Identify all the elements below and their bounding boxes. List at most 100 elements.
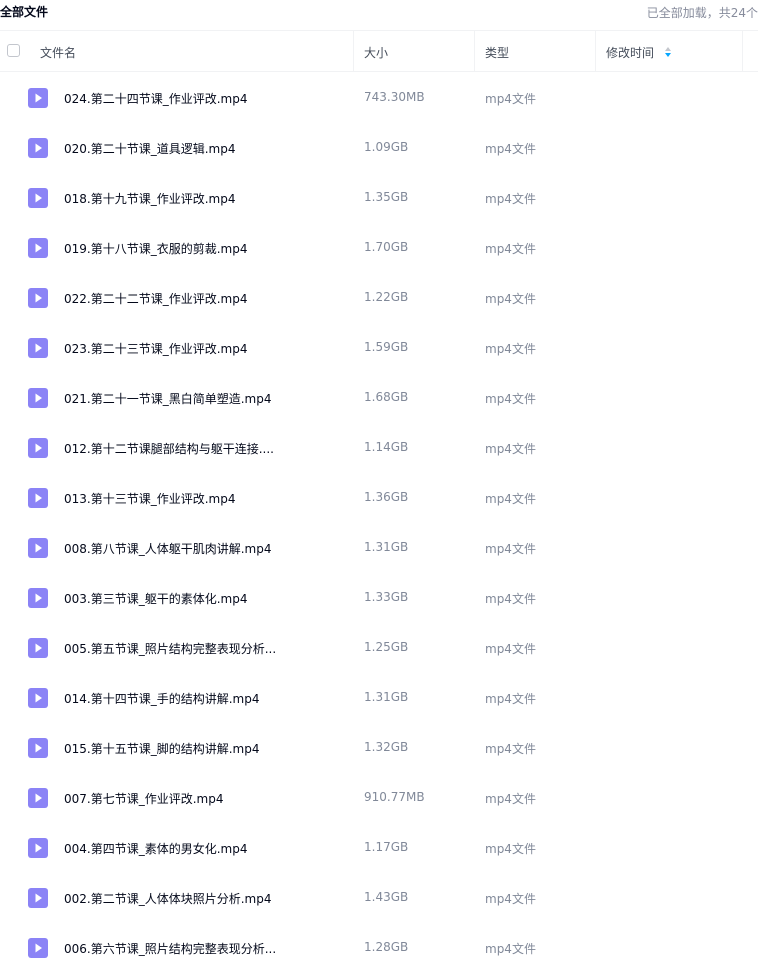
file-size: 1.33GB [364, 590, 409, 604]
file-row[interactable]: 021.第二十一节课_黑白简单塑造.mp4 1.68GB mp4文件 [0, 372, 758, 422]
file-type: mp4文件 [485, 492, 536, 506]
file-size: 1.36GB [364, 490, 409, 504]
file-row[interactable]: 005.第五节课_照片结构完整表现分析... 1.25GB mp4文件 [0, 622, 758, 672]
file-row[interactable]: 022.第二十二节课_作业评改.mp4 1.22GB mp4文件 [0, 272, 758, 322]
file-row[interactable]: 008.第八节课_人体躯干肌肉讲解.mp4 1.31GB mp4文件 [0, 522, 758, 572]
file-type: mp4文件 [485, 692, 536, 706]
file-type: mp4文件 [485, 342, 536, 356]
file-type: mp4文件 [485, 642, 536, 656]
file-size: 1.31GB [364, 540, 409, 554]
video-file-icon [28, 538, 48, 558]
file-type: mp4文件 [485, 242, 536, 256]
load-status: 已全部加载，共24个 [646, 6, 758, 20]
video-file-icon [28, 738, 48, 758]
file-row[interactable]: 023.第二十三节课_作业评改.mp4 1.59GB mp4文件 [0, 322, 758, 372]
file-size: 1.14GB [364, 440, 409, 454]
file-name[interactable]: 007.第七节课_作业评改.mp4 [64, 790, 223, 807]
video-file-icon [28, 138, 48, 158]
column-divider [595, 31, 596, 71]
file-type: mp4文件 [485, 142, 536, 156]
column-divider [353, 31, 354, 71]
file-name[interactable]: 015.第十五节课_脚的结构讲解.mp4 [64, 740, 259, 757]
file-type: mp4文件 [485, 792, 536, 806]
video-file-icon [28, 688, 48, 708]
file-type: mp4文件 [485, 542, 536, 556]
file-name[interactable]: 012.第十二节课腿部结构与躯干连接.... [64, 440, 274, 457]
file-size: 1.70GB [364, 240, 409, 254]
file-row[interactable]: 002.第二节课_人体体块照片分析.mp4 1.43GB mp4文件 [0, 872, 758, 922]
file-type: mp4文件 [485, 442, 536, 456]
file-name[interactable]: 008.第八节课_人体躯干肌肉讲解.mp4 [64, 540, 271, 557]
video-file-icon [28, 438, 48, 458]
sort-icon[interactable] [664, 46, 672, 58]
file-row[interactable]: 006.第六节课_照片结构完整表现分析... 1.28GB mp4文件 [0, 922, 758, 972]
file-size: 1.17GB [364, 840, 409, 854]
file-name[interactable]: 023.第二十三节课_作业评改.mp4 [64, 340, 247, 357]
video-file-icon [28, 238, 48, 258]
file-name[interactable]: 018.第十九节课_作业评改.mp4 [64, 190, 235, 207]
file-name[interactable]: 024.第二十四节课_作业评改.mp4 [64, 90, 247, 107]
video-file-icon [28, 638, 48, 658]
file-size: 743.30MB [364, 90, 425, 104]
file-row[interactable]: 007.第七节课_作业评改.mp4 910.77MB mp4文件 [0, 772, 758, 822]
column-header-name[interactable]: 文件名 [40, 44, 76, 61]
column-header-size[interactable]: 大小 [364, 44, 388, 61]
file-name[interactable]: 003.第三节课_躯干的素体化.mp4 [64, 590, 247, 607]
top-bar: 全部文件 已全部加载，共24个 [0, 0, 758, 22]
file-size: 1.35GB [364, 190, 409, 204]
file-name[interactable]: 004.第四节课_素体的男女化.mp4 [64, 840, 247, 857]
column-header-modified[interactable]: 修改时间 [606, 44, 654, 61]
page-title: 全部文件 [0, 5, 49, 19]
file-type: mp4文件 [485, 92, 536, 106]
video-file-icon [28, 888, 48, 908]
video-file-icon [28, 838, 48, 858]
file-row[interactable]: 014.第十四节课_手的结构讲解.mp4 1.31GB mp4文件 [0, 672, 758, 722]
file-row[interactable]: 004.第四节课_素体的男女化.mp4 1.17GB mp4文件 [0, 822, 758, 872]
file-name[interactable]: 005.第五节课_照片结构完整表现分析... [64, 640, 276, 657]
video-file-icon [28, 488, 48, 508]
file-size: 1.31GB [364, 690, 409, 704]
column-divider [474, 31, 475, 71]
select-all-checkbox[interactable] [7, 44, 20, 57]
file-row[interactable]: 018.第十九节课_作业评改.mp4 1.35GB mp4文件 [0, 172, 758, 222]
file-size: 1.32GB [364, 740, 409, 754]
file-list: 024.第二十四节课_作业评改.mp4 743.30MB mp4文件 020.第二十节… [0, 72, 758, 972]
video-file-icon [28, 88, 48, 108]
file-row[interactable]: 020.第二十节课_道具逻辑.mp4 1.09GB mp4文件 [0, 122, 758, 172]
file-size: 1.25GB [364, 640, 409, 654]
file-row[interactable]: 012.第十二节课腿部结构与躯干连接.... 1.14GB mp4文件 [0, 422, 758, 472]
file-name[interactable]: 022.第二十二节课_作业评改.mp4 [64, 290, 247, 307]
file-type: mp4文件 [485, 192, 536, 206]
column-header-type[interactable]: 类型 [485, 44, 509, 61]
file-size: 1.09GB [364, 140, 409, 154]
file-row[interactable]: 015.第十五节课_脚的结构讲解.mp4 1.32GB mp4文件 [0, 722, 758, 772]
file-row[interactable]: 013.第十三节课_作业评改.mp4 1.36GB mp4文件 [0, 472, 758, 522]
file-size: 1.28GB [364, 940, 409, 954]
file-type: mp4文件 [485, 892, 536, 906]
file-name[interactable]: 020.第二十节课_道具逻辑.mp4 [64, 140, 235, 157]
file-size: 1.22GB [364, 290, 409, 304]
video-file-icon [28, 788, 48, 808]
file-size: 1.43GB [364, 890, 409, 904]
video-file-icon [28, 288, 48, 308]
file-type: mp4文件 [485, 842, 536, 856]
file-table-header: 文件名 大小 类型 修改时间 [0, 30, 758, 72]
file-name[interactable]: 019.第十八节课_衣服的剪裁.mp4 [64, 240, 247, 257]
file-size: 1.59GB [364, 340, 409, 354]
file-name[interactable]: 002.第二节课_人体体块照片分析.mp4 [64, 890, 271, 907]
file-name[interactable]: 013.第十三节课_作业评改.mp4 [64, 490, 235, 507]
file-row[interactable]: 003.第三节课_躯干的素体化.mp4 1.33GB mp4文件 [0, 572, 758, 622]
video-file-icon [28, 588, 48, 608]
file-name[interactable]: 014.第十四节课_手的结构讲解.mp4 [64, 690, 259, 707]
video-file-icon [28, 188, 48, 208]
video-file-icon [28, 938, 48, 958]
file-row[interactable]: 024.第二十四节课_作业评改.mp4 743.30MB mp4文件 [0, 72, 758, 122]
file-name[interactable]: 021.第二十一节课_黑白简单塑造.mp4 [64, 390, 271, 407]
file-size: 1.68GB [364, 390, 409, 404]
file-row[interactable]: 019.第十八节课_衣服的剪裁.mp4 1.70GB mp4文件 [0, 222, 758, 272]
file-type: mp4文件 [485, 592, 536, 606]
column-divider [742, 31, 743, 71]
file-type: mp4文件 [485, 392, 536, 406]
video-file-icon [28, 388, 48, 408]
file-size: 910.77MB [364, 790, 425, 804]
